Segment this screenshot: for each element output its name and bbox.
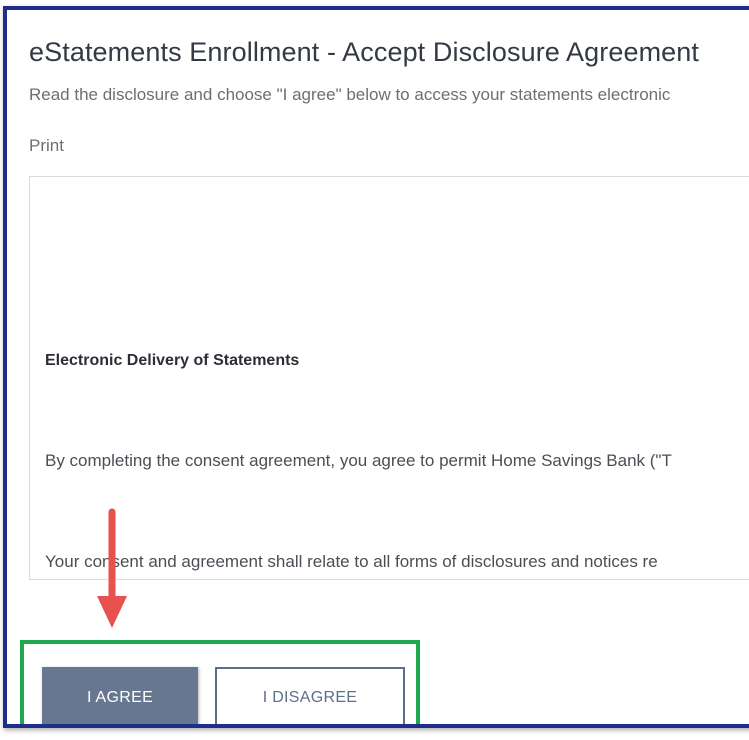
page-title: eStatements Enrollment - Accept Disclosu… <box>29 37 700 67</box>
disclosure-paragraph: By completing the consent agreement, you… <box>45 451 672 470</box>
disclosure-text-box[interactable]: Electronic Delivery of Statements By com… <box>29 176 749 580</box>
disagree-button[interactable]: I DISAGREE <box>215 667 405 724</box>
page-subtitle: Read the disclosure and choose "I agree"… <box>29 85 671 104</box>
agree-button[interactable]: I AGREE <box>42 667 198 724</box>
down-arrow-annotation-icon <box>97 508 127 628</box>
screenshot-frame: eStatements Enrollment - Accept Disclosu… <box>3 6 749 728</box>
disclosure-heading: Electronic Delivery of Statements <box>45 352 300 369</box>
disclosure-paragraph: Your consent and agreement shall relate … <box>45 552 658 571</box>
print-link[interactable]: Print <box>29 136 64 156</box>
